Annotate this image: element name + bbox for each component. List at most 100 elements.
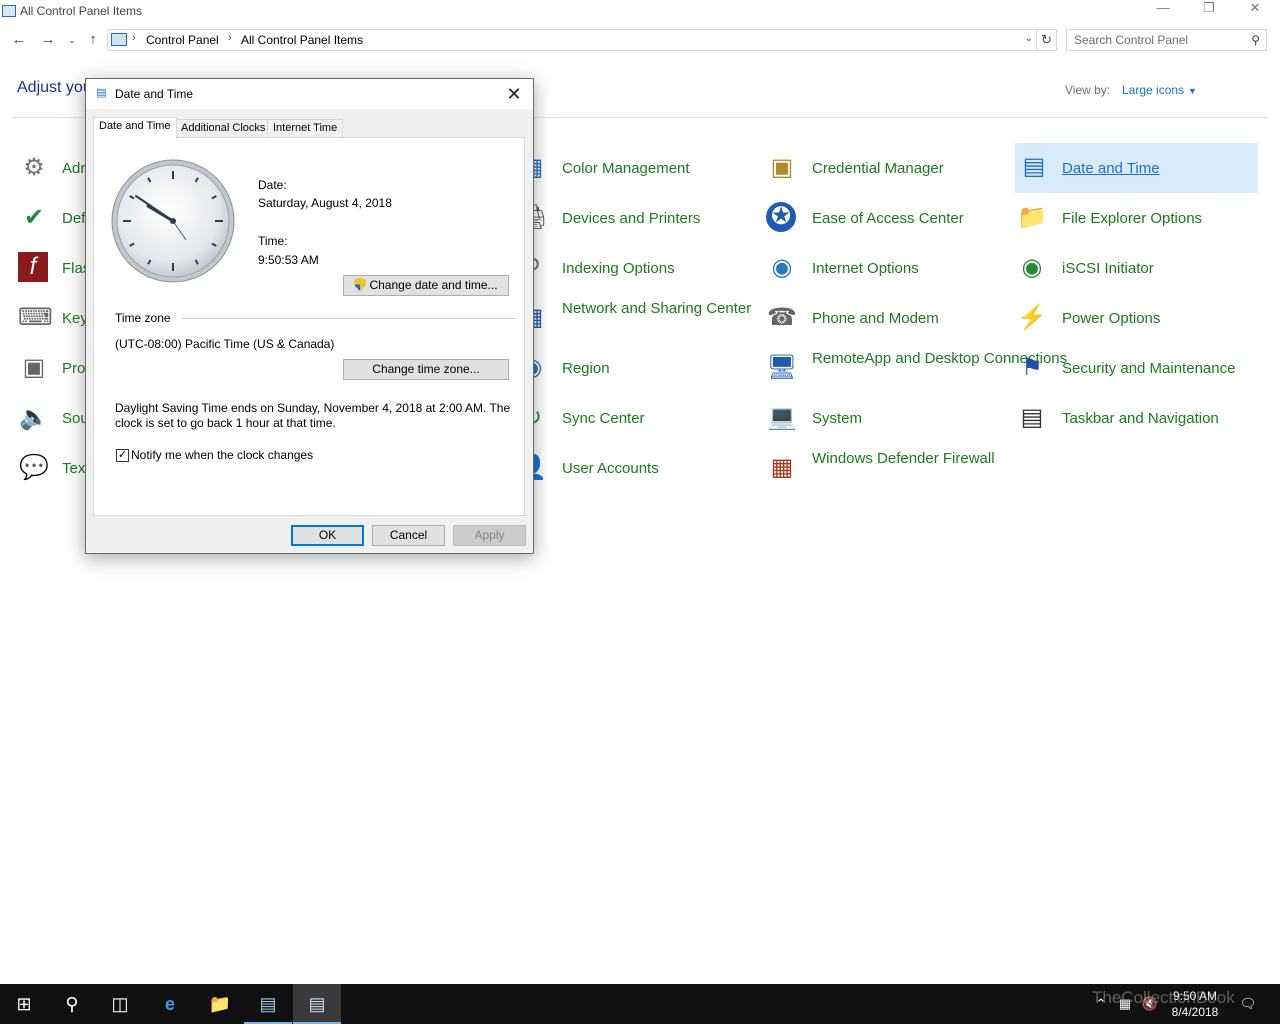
firewall-icon: ▦ [770,454,794,481]
search-icon[interactable]: ⚲ [48,984,96,1024]
flash-icon: f [18,252,48,282]
control-panel-taskbar-icon[interactable]: ▤ [244,984,292,1024]
notify-checkbox[interactable]: ✓ [116,449,129,462]
apply-button[interactable]: Apply [453,525,526,546]
window-title: All Control Panel Items [20,4,143,18]
item-internet-options[interactable]: ◉ Internet Options [766,244,1006,292]
item-date-and-time[interactable]: ▤ Date and Time [1015,143,1258,193]
tab-internet-time[interactable]: Internet Time [267,119,344,138]
cancel-button[interactable]: Cancel [372,525,445,546]
dst-info-line1: Daylight Saving Time ends on Sunday, Nov… [115,401,511,415]
restore-button[interactable]: ❐ [1186,0,1232,24]
calendar-clock-icon: ▤ [96,87,107,99]
battery-icon: ⚡ [1017,304,1047,331]
programs-icon: ▣ [22,354,46,381]
view-by-dropdown[interactable]: Large icons ▼ [1122,83,1197,97]
iscsi-globe-icon: ◉ [1021,254,1043,281]
address-bar[interactable]: › Control Panel › All Control Panel Item… [107,29,1037,51]
item-color-management[interactable]: ▦ Color Management [516,144,756,192]
timezone-value: (UTC-08:00) Pacific Time (US & Canada) [115,337,335,351]
close-button[interactable]: ✕ [1232,0,1278,24]
navigation-bar: ← → ⌄ ↑ › Control Panel › All Control Pa… [0,28,1280,54]
caret-down-icon: ▼ [1188,86,1197,96]
date-label: Date: [258,178,287,192]
dst-info-line2: clock is set to go back 1 hour at that t… [115,416,336,430]
page-heading: Adjust you [17,79,92,96]
flag-icon: ⚑ [1021,354,1043,381]
calendar-clock-icon: ▤ [1022,153,1046,180]
change-time-zone-button[interactable]: Change time zone... [343,359,509,380]
view-by-value: Large icons [1122,83,1185,97]
breadcrumb-chevron-icon[interactable]: › [228,32,232,44]
back-arrow-icon[interactable]: ← [9,30,29,50]
dialog-close-icon[interactable]: ✕ [501,82,527,106]
item-region[interactable]: ◉ Region [516,344,756,392]
dialog-title: Date and Time [115,87,194,101]
search-box[interactable]: ⚲ [1066,29,1267,51]
search-icon[interactable]: ⚲ [1251,33,1260,47]
control-panel-icon [111,33,127,46]
timezone-heading: Time zone [115,311,171,325]
item-credential-manager[interactable]: ▣ Credential Manager [766,144,1006,192]
folder-options-icon: 📁 [1017,204,1047,231]
item-ease-of-access-center[interactable]: ✪ Ease of Access Center [766,194,1006,242]
address-dropdown-icon[interactable]: ⌄ [1025,33,1033,44]
item-iscsi-initiator[interactable]: ◉ iSCSI Initiator [1016,244,1266,292]
dialog-titlebar[interactable]: ▤ Date and Time ✕ [86,79,533,109]
taskbar: ⊞ ⚲ ◫ e 📁 ▤ ▤ ⌃ ▦ 🔇 9:50 AM 8/4/2018 🗨 [0,984,1280,1024]
task-view-icon[interactable]: ◫ [96,984,144,1024]
analog-clock-icon [111,159,235,283]
refresh-icon[interactable]: ↻ [1037,29,1057,51]
speaker-icon: 🔈 [19,404,49,431]
forward-arrow-icon[interactable]: → [38,30,58,50]
phone-icon: ☎ [767,304,797,331]
item-windows-defender-firewall[interactable]: ▦ Windows Defender Firewall [766,444,1006,492]
recent-locations-chevron-icon[interactable]: ⌄ [62,30,82,50]
item-security-and-maintenance[interactable]: ⚑ Security and Maintenance [1016,344,1266,392]
minimize-button[interactable]: — [1140,0,1186,24]
breadcrumb-control-panel[interactable]: Control Panel [146,33,219,47]
watermark-text: TheCollectionBook [1092,988,1235,1007]
breadcrumb-all-items[interactable]: All Control Panel Items [241,33,363,47]
internet-globe-icon: ◉ [771,254,793,281]
start-windows-icon[interactable]: ⊞ [0,984,48,1024]
keyboard-icon: ⌨ [18,304,53,331]
notify-checkbox-label[interactable]: Notify me when the clock changes [131,448,313,462]
tab-panel: Date: Saturday, August 4, 2018 Time: 9:5… [93,137,525,516]
date-time-taskbar-icon[interactable]: ▤ [293,984,341,1024]
credential-vault-icon: ▣ [770,154,794,181]
item-remoteapp-and-desktop-connections[interactable]: 🖥 RemoteApp and Desktop Connections [766,344,1067,392]
item-system[interactable]: 💻 System [766,394,1006,442]
tab-additional-clocks[interactable]: Additional Clocks [175,119,272,138]
item-taskbar-and-navigation[interactable]: ▤ Taskbar and Navigation [1016,394,1266,442]
search-input[interactable] [1074,33,1244,47]
taskbar-icon: ▤ [1020,404,1044,431]
ok-button[interactable]: OK [291,525,364,546]
item-sync-center[interactable]: ↻ Sync Center [516,394,756,442]
file-explorer-icon[interactable]: 📁 [196,984,244,1024]
item-devices-and-printers[interactable]: 🖨 Devices and Printers [516,194,756,242]
item-network-and-sharing-center[interactable]: ▦ Network and Sharing Center [516,294,756,342]
computer-icon: 💻 [767,404,797,431]
item-user-accounts[interactable]: 👤 User Accounts [516,444,756,492]
internet-explorer-icon[interactable]: e [146,984,194,1024]
item-file-explorer-options[interactable]: 📁 File Explorer Options [1016,194,1266,242]
window-titlebar: All Control Panel Items — ❐ ✕ [0,0,1280,24]
change-date-and-time-label: Change date and time... [369,278,498,292]
breadcrumb-chevron-icon[interactable]: › [132,32,136,44]
action-center-icon[interactable]: 🗨 [1236,984,1260,1024]
speech-bubble-icon: 💬 [19,454,49,481]
item-power-options[interactable]: ⚡ Power Options [1016,294,1266,342]
remote-desktop-icon: 🖥 [766,354,798,381]
admin-tools-icon: ⚙ [23,154,45,181]
date-value: Saturday, August 4, 2018 [258,196,392,210]
time-label: Time: [258,234,288,248]
change-date-and-time-button[interactable]: Change date and time... [343,275,509,296]
tab-date-and-time[interactable]: Date and Time [93,117,177,139]
item-indexing-options[interactable]: ⚲ Indexing Options [516,244,756,292]
uac-shield-icon [354,278,367,291]
default-programs-icon: ✔ [23,204,45,231]
up-arrow-icon[interactable]: ↑ [83,30,103,50]
view-by-label: View by: [1065,83,1111,97]
item-phone-and-modem[interactable]: ☎ Phone and Modem [766,294,1006,342]
